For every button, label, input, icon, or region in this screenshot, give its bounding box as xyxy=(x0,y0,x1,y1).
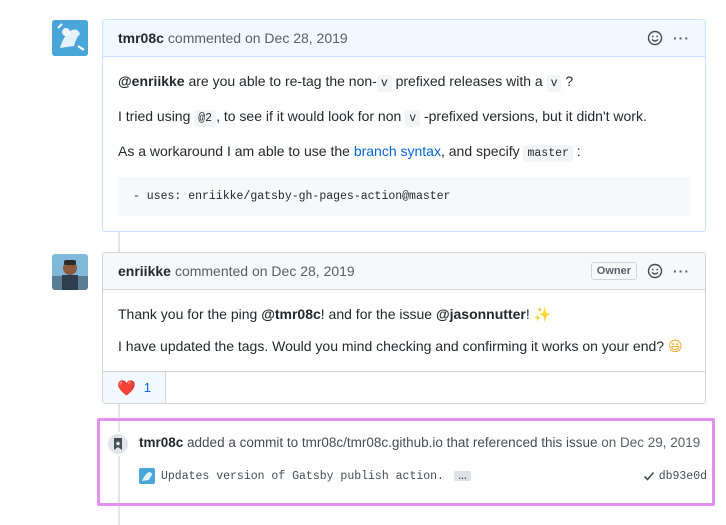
smiley-emoji: 😃 xyxy=(667,338,683,354)
commit-message-link[interactable]: Updates version of Gatsby publish action… xyxy=(161,470,444,483)
event-author[interactable]: tmr08c xyxy=(139,435,183,450)
owner-badge: Owner xyxy=(590,262,637,280)
comment-header: tmr08c commented on Dec 28, 2019 ··· xyxy=(103,20,705,57)
text: As a workaround I am able to use the xyxy=(118,143,354,159)
comment-timestamp[interactable]: commented on Dec 28, 2019 xyxy=(168,30,348,46)
user-mention[interactable]: @jasonnutter xyxy=(436,306,526,322)
text: , and specify xyxy=(440,143,524,159)
comment-paragraph: I tried using @2, to see if it would loo… xyxy=(118,107,690,128)
commit-sha[interactable]: db93e0d xyxy=(659,470,707,483)
text: prefixed releases with a xyxy=(391,73,547,89)
reaction-count: 1 xyxy=(143,380,151,395)
text: are you able to re-tag the non- xyxy=(184,73,377,89)
comment-paragraph: Thank you for the ping @tmr08c! and for … xyxy=(118,305,690,323)
check-icon xyxy=(643,471,654,481)
comment-enriikke: enriikke commented on Dec 28, 2019 Owner… xyxy=(102,252,706,404)
branch-syntax-link[interactable]: branch syntax xyxy=(354,143,441,159)
comment-paragraph: I have updated the tags. Would you mind … xyxy=(118,337,690,355)
comment-author[interactable]: enriikke xyxy=(118,263,171,279)
kebab-menu-icon[interactable]: ··· xyxy=(673,263,690,279)
text: I have updated the tags. Would you mind … xyxy=(118,338,668,354)
avatar-tmr08c[interactable] xyxy=(52,20,88,56)
comment-paragraph: @enriikke are you able to re-tag the non… xyxy=(118,72,690,93)
inline-code: v xyxy=(405,110,421,127)
inline-code: @2 xyxy=(194,110,217,127)
text: ! and for the issue xyxy=(320,306,436,322)
inline-code: v xyxy=(546,75,562,92)
heart-reaction-button[interactable]: ❤️ 1 xyxy=(103,372,166,403)
bookmark-icon xyxy=(106,432,130,456)
comment-body: @enriikke are you able to re-tag the non… xyxy=(103,57,705,231)
comment-timestamp[interactable]: commented on Dec 28, 2019 xyxy=(175,263,355,279)
highlight-box xyxy=(97,418,715,506)
inline-code: master xyxy=(523,145,573,162)
user-mention[interactable]: @tmr08c xyxy=(261,306,321,322)
kebab-menu-icon[interactable]: ··· xyxy=(673,30,690,46)
smiley-icon[interactable] xyxy=(647,30,663,46)
event-description[interactable]: added a commit to tmr08c/tmr08c.github.i… xyxy=(183,435,597,450)
event-date[interactable]: on Dec 29, 2019 xyxy=(597,435,700,450)
commit-event-text: tmr08c added a commit to tmr08c/tmr08c.g… xyxy=(139,435,700,450)
text: , to see if it would look for non xyxy=(216,108,406,124)
commit-sha-link[interactable]: db93e0d xyxy=(643,470,707,483)
sparkles-emoji: ✨ xyxy=(533,306,552,322)
text: : xyxy=(572,143,581,159)
smiley-icon[interactable] xyxy=(647,263,663,279)
inline-code: v xyxy=(376,75,392,92)
commit-author-avatar[interactable] xyxy=(139,468,155,484)
comment-author[interactable]: tmr08c xyxy=(118,30,164,46)
text: ? xyxy=(561,73,574,89)
comment-header: enriikke commented on Dec 28, 2019 Owner… xyxy=(103,253,705,290)
text: Thank you for the ping xyxy=(118,306,262,322)
expand-commit-button[interactable]: … xyxy=(453,471,471,481)
commit-row: Updates version of Gatsby publish action… xyxy=(139,466,707,486)
user-mention[interactable]: @enriikke xyxy=(118,73,185,89)
comment-body: Thank you for the ping @tmr08c! and for … xyxy=(103,290,705,371)
text: -prefixed versions, but it didn't work. xyxy=(420,108,647,124)
comment-paragraph: As a workaround I am able to use the bra… xyxy=(118,142,690,163)
code-block: - uses: enriikke/gatsby-gh-pages-action@… xyxy=(118,177,690,216)
avatar-enriikke[interactable] xyxy=(52,254,88,290)
heart-icon: ❤️ xyxy=(117,379,136,397)
text: I tried using xyxy=(118,108,195,124)
comment-tmr08c: tmr08c commented on Dec 28, 2019 ··· @en… xyxy=(102,19,706,232)
text: ! xyxy=(525,306,534,322)
reactions-bar: ❤️ 1 xyxy=(103,371,705,403)
